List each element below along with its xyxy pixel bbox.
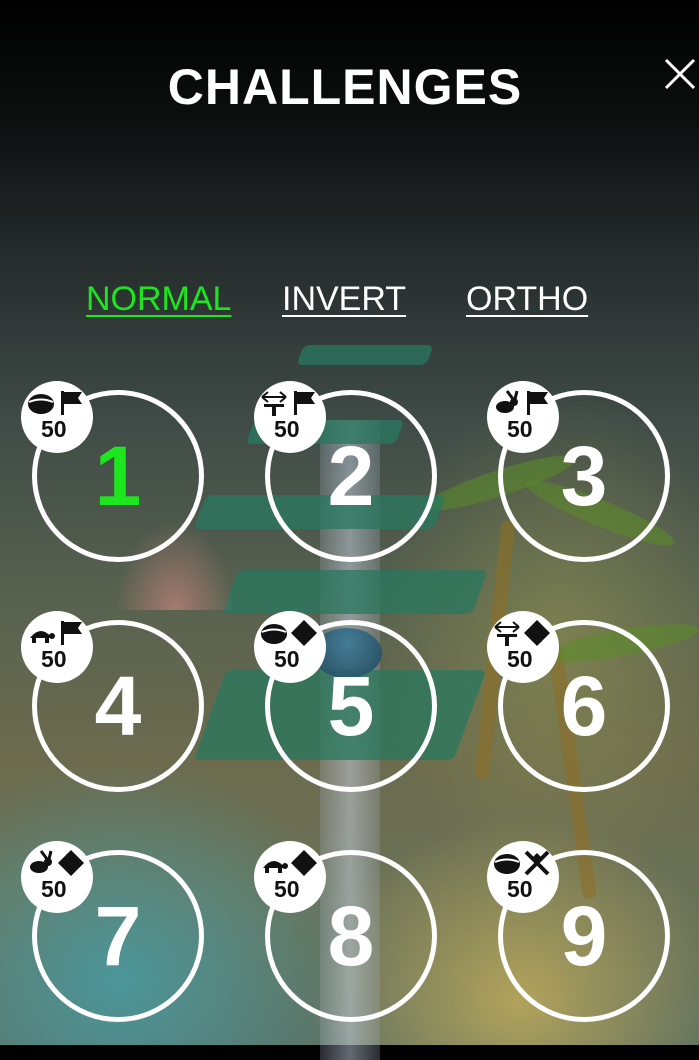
- page-title: CHALLENGES: [167, 59, 523, 115]
- challenge-badge: 50: [21, 841, 93, 913]
- challenge-badge: 50: [487, 381, 559, 453]
- challenge-score: 50: [274, 416, 300, 442]
- level-button-8[interactable]: 8 50: [254, 841, 437, 1022]
- challenge-badge: 50: [254, 841, 326, 913]
- challenge-badge: 50: [254, 381, 326, 453]
- challenge-score: 50: [274, 876, 300, 902]
- level-button-2[interactable]: 2 50: [254, 381, 437, 562]
- challenge-badge: 50: [21, 611, 93, 683]
- close-button[interactable]: [658, 52, 699, 96]
- level-button-9[interactable]: 9 50: [487, 841, 670, 1022]
- challenge-score: 50: [274, 646, 300, 672]
- challenge-badge: 50: [487, 841, 559, 913]
- challenge-icons: [260, 849, 322, 877]
- level-button-5[interactable]: 5 50: [254, 611, 437, 792]
- level-button-1[interactable]: 1 50: [21, 381, 204, 562]
- level-button-7[interactable]: 7 50: [21, 841, 204, 1022]
- challenge-icons: [260, 619, 322, 647]
- challenge-badge: 50: [487, 611, 559, 683]
- challenge-badge: 50: [254, 611, 326, 683]
- challenge-score: 50: [41, 876, 67, 902]
- challenge-icons: [27, 619, 89, 647]
- challenge-score: 50: [41, 416, 67, 442]
- level-button-6[interactable]: 6 50: [487, 611, 670, 792]
- challenge-score: 50: [507, 416, 533, 442]
- challenge-icons: [493, 619, 555, 647]
- tab-normal[interactable]: NORMAL: [86, 280, 231, 319]
- challenge-score: 50: [507, 646, 533, 672]
- challenge-badge: 50: [21, 381, 93, 453]
- challenge-icons: [27, 389, 89, 417]
- challenge-icons: [260, 389, 322, 417]
- challenge-icons: [493, 389, 555, 417]
- tab-ortho[interactable]: ORTHO: [466, 280, 588, 319]
- close-icon: [664, 58, 696, 90]
- challenge-icons: [493, 849, 555, 877]
- challenge-icons: [27, 849, 89, 877]
- level-button-3[interactable]: 3 50: [487, 381, 670, 562]
- tab-invert[interactable]: INVERT: [282, 280, 406, 319]
- challenge-score: 50: [41, 646, 67, 672]
- level-button-4[interactable]: 4 50: [21, 611, 204, 792]
- challenge-score: 50: [507, 876, 533, 902]
